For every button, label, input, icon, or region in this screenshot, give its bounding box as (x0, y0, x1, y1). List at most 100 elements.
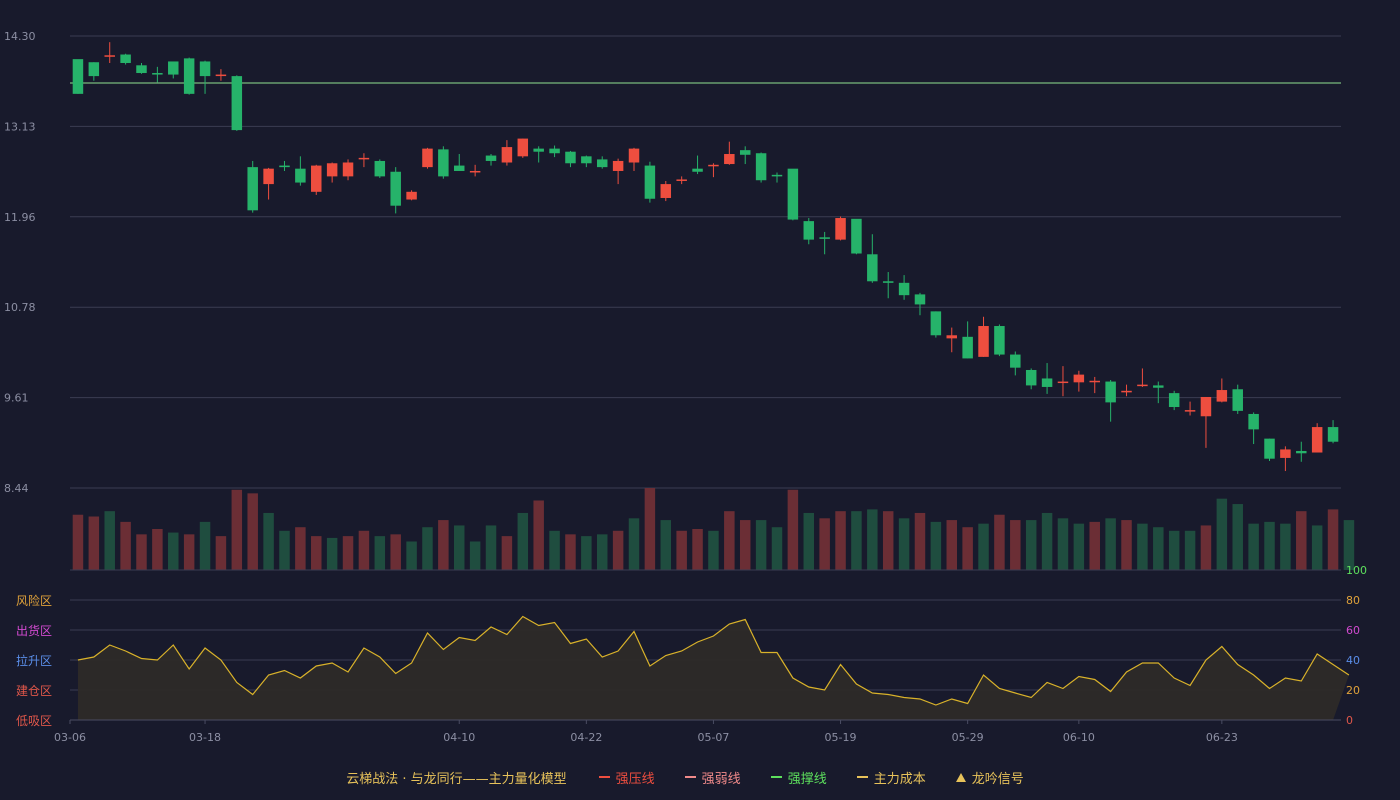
volume-bar (596, 534, 608, 570)
candle-body (882, 281, 894, 283)
price-axis-label: 10.78 (4, 301, 36, 314)
volume-bar (882, 511, 894, 570)
legend-item-strong-support[interactable]: 强撑线 (770, 768, 827, 787)
volume-bar (485, 525, 497, 570)
legend-item-strength-line[interactable]: 强弱线 (684, 768, 741, 787)
volume-bar (898, 518, 910, 570)
volume-bar (994, 514, 1005, 570)
volume-bar (1200, 525, 1212, 570)
volume-bar (1010, 520, 1021, 570)
legend-label: 主力成本 (873, 771, 926, 787)
volume-bar (533, 500, 544, 570)
legend-item-main-cost[interactable]: 主力成本 (856, 768, 926, 787)
legend-item-strong-pressure[interactable]: 强压线 (598, 768, 655, 787)
volume-bar (1153, 527, 1164, 570)
volume-bar (406, 541, 417, 570)
candle-body (120, 54, 131, 63)
volume-bar (1105, 518, 1116, 570)
candle-body (1296, 450, 1307, 454)
x-axis-label: 06-10 (1063, 731, 1095, 744)
volume-bar (454, 525, 465, 570)
candle-body (755, 153, 767, 181)
indicator-axis-label: 40 (1346, 654, 1360, 667)
candle-body (72, 59, 84, 94)
candle-body (660, 184, 672, 198)
candle-body (692, 168, 703, 172)
volume-bar (88, 516, 100, 570)
volume-bar (390, 534, 401, 570)
price-axis-label: 14.30 (4, 30, 36, 43)
strength-line-swatch-icon (684, 776, 696, 778)
volume-bar (930, 521, 942, 570)
candle-body (517, 138, 529, 157)
candle-body (533, 148, 544, 152)
candle-body (454, 165, 465, 171)
volume-bar (867, 509, 878, 570)
candle-body (612, 160, 624, 171)
volume-bar (374, 536, 386, 570)
volume-bar (739, 520, 751, 570)
volume-bar (1137, 523, 1148, 570)
candle-body (978, 326, 989, 357)
strong-support-swatch-icon (770, 776, 782, 778)
candle-body (501, 147, 513, 163)
candle-body (136, 65, 147, 74)
volume-bar (438, 520, 449, 570)
volume-bar (1280, 523, 1291, 570)
volume-bar (152, 529, 163, 570)
volume-bar (1025, 520, 1037, 570)
candle-body (247, 167, 258, 211)
volume-bar (803, 512, 815, 570)
candle-body (771, 174, 783, 177)
volume-bar (946, 520, 957, 570)
volume-bar (326, 537, 338, 570)
candle-body (469, 170, 481, 173)
candle-body (962, 336, 973, 359)
volume-bar (549, 530, 560, 570)
volume-bar (342, 536, 354, 570)
candle-body (851, 218, 862, 254)
candle-body (898, 282, 910, 296)
x-axis-label: 03-18 (189, 731, 221, 744)
candle-body (342, 162, 354, 177)
candle-body (374, 160, 386, 177)
zone-label: 风险区 (16, 593, 52, 608)
stock-chart: 14.30 13.13 11.96 10.78 9.61 8.44 100 80 60 40 20 0… (4, 30, 1367, 744)
legend-item-dragon-signal[interactable]: 龙吟信号 (955, 768, 1024, 787)
candle-body (724, 154, 735, 165)
candle-body (708, 164, 719, 167)
volume-bar (469, 541, 481, 570)
candle-body (326, 163, 338, 177)
candle-body (739, 150, 751, 155)
candle-body (279, 165, 290, 168)
candle-body (88, 62, 100, 77)
volume-bar (358, 530, 370, 570)
candle-body (183, 58, 195, 94)
volume-bar (1121, 520, 1132, 570)
volume-bar (914, 512, 926, 570)
indicator-axis-label: 20 (1346, 684, 1360, 697)
volume-bar (692, 529, 703, 570)
main-cost-swatch-icon (856, 776, 868, 778)
candle-body (803, 221, 815, 240)
strong-pressure-swatch-icon (598, 776, 610, 778)
candle-body (1184, 410, 1196, 412)
candle-body (199, 61, 211, 77)
candle-body (1232, 389, 1243, 411)
volume-bar (279, 530, 290, 570)
legend-label: 强撑线 (787, 771, 827, 787)
candle-body (565, 151, 576, 164)
candle-body (1041, 378, 1053, 387)
volume-bar (1089, 521, 1100, 570)
candle-body (1121, 390, 1132, 393)
candle-body (1311, 427, 1323, 453)
volume-bar (72, 514, 84, 570)
volume-bar (724, 511, 735, 570)
candle-body (1137, 384, 1148, 387)
volume-bar (755, 520, 767, 570)
volume-bar (168, 532, 179, 570)
candle-body (787, 168, 799, 220)
candle-body (390, 171, 401, 206)
candle-body (835, 218, 846, 240)
candle-body (994, 326, 1005, 355)
